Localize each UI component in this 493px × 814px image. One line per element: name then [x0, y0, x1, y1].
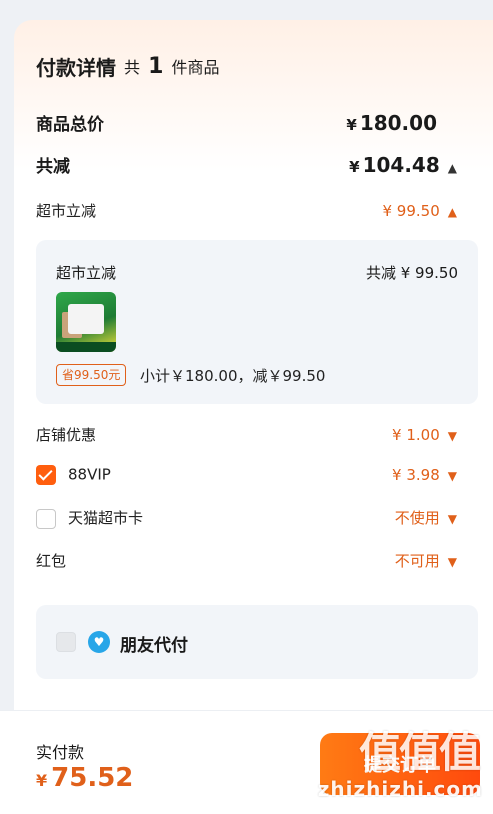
- red-packet-value: 不可用 ▼: [394, 552, 457, 570]
- product-band-shape: [56, 342, 116, 352]
- item-count: 共 1 件商品: [124, 54, 220, 79]
- chevron-down-icon[interactable]: ▼: [448, 512, 457, 526]
- checkout-footer: 实付款 ¥75.52 提交订单 值值值 zhizhizhi.com: [0, 710, 493, 814]
- total-discount-row[interactable]: 共减 ¥104.48 ▲: [36, 152, 457, 178]
- store-offer-value: ¥ 1.00 ▼: [392, 425, 457, 444]
- payment-title-row: 付款详情 共 1 件商品: [36, 52, 457, 81]
- friend-pay-icon: ♥: [88, 631, 110, 653]
- chevron-down-icon[interactable]: ▼: [448, 555, 457, 569]
- product-thumbnail[interactable]: [56, 292, 116, 352]
- vip-value: ¥ 3.98 ▼: [392, 466, 457, 484]
- vip-checkbox[interactable]: [36, 465, 56, 485]
- tmall-card-value: 不使用 ▼: [394, 509, 457, 528]
- page-title: 付款详情: [36, 56, 116, 80]
- goods-total-row: 商品总价 ¥180.00: [36, 110, 457, 136]
- subtotal-text: 小计￥180.00，减￥99.50: [140, 367, 326, 385]
- red-packet-row[interactable]: 红包 不可用 ▼: [36, 550, 457, 571]
- chevron-up-icon[interactable]: ▲: [448, 161, 457, 175]
- tmall-card-checkbox[interactable]: [36, 508, 56, 529]
- red-packet-label: 红包: [36, 552, 67, 570]
- watermark-text: zhizhizhi.com: [317, 777, 483, 801]
- goods-total-amount: ¥180.00: [346, 110, 437, 135]
- vip-row[interactable]: 88VIP ¥ 3.98 ▼: [36, 465, 457, 485]
- friend-pay-checkbox[interactable]: [56, 632, 76, 652]
- tmall-card-row[interactable]: 天猫超市卡 不使用 ▼: [36, 507, 457, 529]
- discount-detail-title: 超市立减: [56, 264, 117, 282]
- vip-option: 88VIP: [36, 465, 111, 485]
- chevron-up-icon[interactable]: ▲: [448, 205, 457, 219]
- total-discount-amount: ¥104.48 ▲: [349, 152, 457, 177]
- friend-pay-label: 朋友代付: [120, 636, 188, 656]
- total-discount-label: 共减: [36, 157, 70, 177]
- store-offer-row[interactable]: 店铺优惠 ¥ 1.00 ▼: [36, 424, 457, 445]
- product-pack-shape: [68, 304, 104, 334]
- save-badge: 省99.50元: [56, 364, 127, 386]
- supermarket-discount-row[interactable]: 超市立减 ¥ 99.50 ▲: [36, 200, 457, 221]
- watermark-logo: 值值值: [358, 728, 481, 777]
- chevron-down-icon[interactable]: ▼: [448, 429, 457, 443]
- supermarket-discount-label: 超市立减: [36, 202, 97, 220]
- goods-total-label: 商品总价: [36, 115, 104, 135]
- pay-amount: ¥75.52: [36, 763, 134, 793]
- chevron-down-icon[interactable]: ▼: [448, 469, 457, 483]
- discount-detail-total: 共减 ¥ 99.50: [365, 264, 458, 282]
- discount-detail-card: 超市立减 共减 ¥ 99.50 省99.50元 小计￥180.00，减￥99.5…: [36, 240, 478, 404]
- pay-label: 实付款: [36, 743, 85, 762]
- friend-pay-card[interactable]: ♥ 朋友代付: [36, 605, 478, 679]
- supermarket-discount-value: ¥ 99.50 ▲: [382, 201, 458, 220]
- store-offer-label: 店铺优惠: [36, 426, 97, 444]
- tmall-card-option: 天猫超市卡: [36, 507, 143, 529]
